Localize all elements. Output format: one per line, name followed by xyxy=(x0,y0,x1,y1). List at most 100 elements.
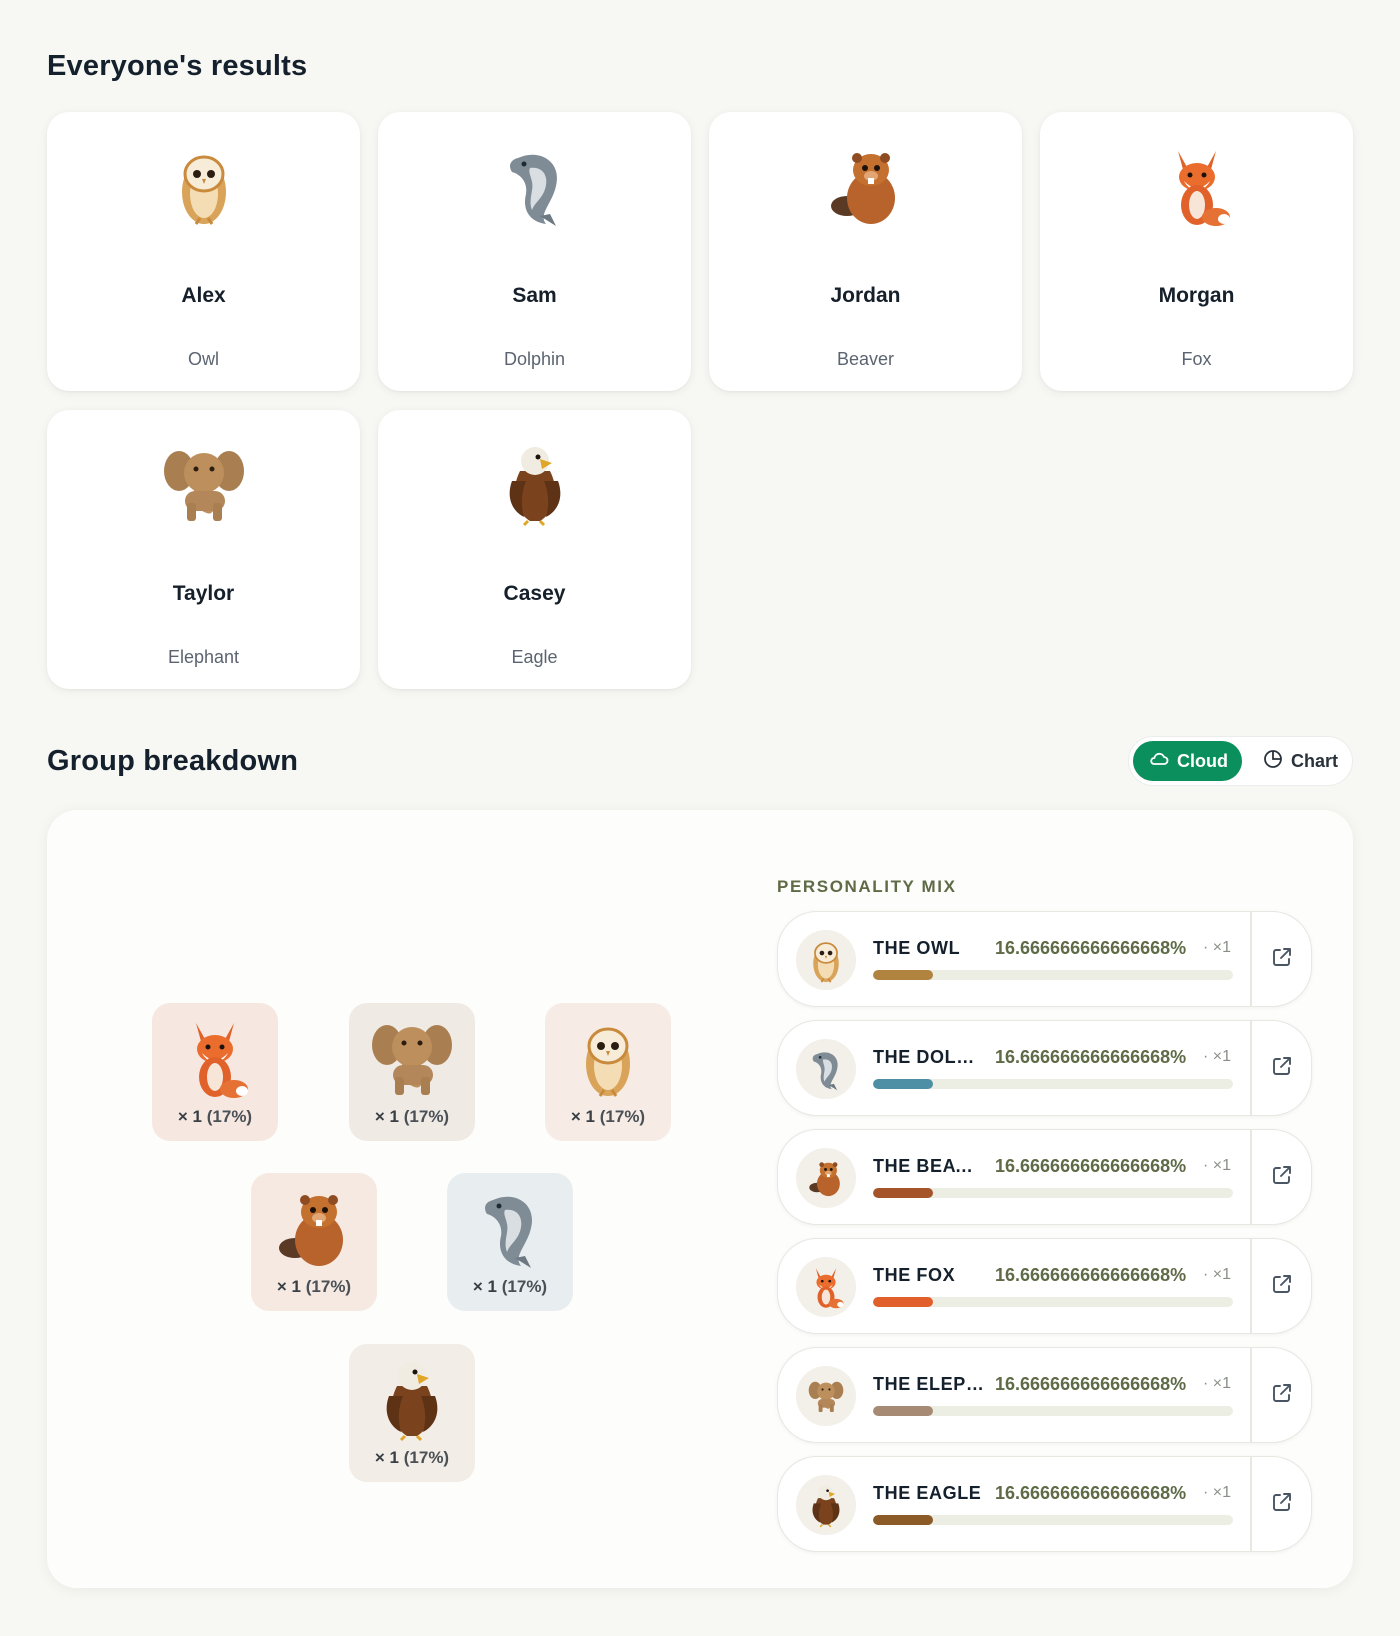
beaver-icon xyxy=(796,1148,856,1208)
tile-count: × 1 (17%) xyxy=(374,1107,450,1126)
person-name: Alex xyxy=(181,284,226,307)
cloud-tile-owl[interactable]: × 1 (17%) xyxy=(545,1003,671,1141)
open-external-button[interactable] xyxy=(1252,1457,1312,1551)
mix-row[interactable]: THE EAGLE 16.666666666666668% · ×1 xyxy=(777,1456,1312,1552)
view-toggle: Cloud Chart xyxy=(1128,736,1353,786)
mix-percent: 16.666666666666668% xyxy=(995,938,1187,958)
person-name: Casey xyxy=(503,582,566,605)
chart-toggle-button[interactable]: Chart xyxy=(1247,741,1354,781)
owl-icon xyxy=(47,140,360,232)
mix-progress-bar xyxy=(873,1406,1233,1416)
mix-percent: 16.666666666666668% xyxy=(995,1156,1187,1176)
results-title: Everyone's results xyxy=(47,50,308,82)
person-card[interactable]: Taylor Elephant xyxy=(47,410,360,689)
cloud-tile-elephant[interactable]: × 1 (17%) xyxy=(349,1003,475,1141)
mix-percent: 16.666666666666668% xyxy=(995,1047,1187,1067)
person-animal: Dolphin xyxy=(503,349,566,369)
mix-count: · ×1 xyxy=(1203,1375,1232,1392)
external-link-icon xyxy=(1271,946,1293,973)
mix-row[interactable]: THE DOLPHIN 16.666666666666668% · ×1 xyxy=(777,1020,1312,1116)
eagle-icon xyxy=(378,438,691,530)
mix-progress-fill xyxy=(873,1406,933,1416)
mix-percent: 16.666666666666668% xyxy=(995,1374,1187,1394)
fox-icon xyxy=(1040,140,1353,232)
mix-name: THE ELEPHANT xyxy=(873,1374,985,1394)
pie-chart-icon xyxy=(1263,749,1283,774)
cloud-icon xyxy=(1149,751,1169,772)
fox-icon xyxy=(152,1013,278,1103)
open-external-button[interactable] xyxy=(1252,1239,1312,1333)
cloud-tile-beaver[interactable]: × 1 (17%) xyxy=(251,1173,377,1311)
elephant-icon xyxy=(47,438,360,530)
mix-percent: 16.666666666666668% xyxy=(995,1483,1187,1503)
mix-name: THE EAGLE xyxy=(873,1483,982,1503)
mix-count: · ×1 xyxy=(1203,1266,1232,1283)
mix-progress-fill xyxy=(873,1297,933,1307)
mix-progress-bar xyxy=(873,1515,1233,1525)
mix-count: · ×1 xyxy=(1203,1048,1232,1065)
person-name: Morgan xyxy=(1158,284,1235,307)
cloud-label: Cloud xyxy=(1177,750,1228,771)
person-name: Jordan xyxy=(830,284,901,307)
person-card[interactable]: Jordan Beaver xyxy=(709,112,1022,391)
tile-count: × 1 (17%) xyxy=(374,1448,450,1467)
person-animal: Eagle xyxy=(511,647,558,667)
beaver-icon xyxy=(251,1183,377,1273)
mix-percent: 16.666666666666668% xyxy=(995,1265,1187,1285)
person-animal: Elephant xyxy=(167,647,240,667)
beaver-icon xyxy=(709,140,1022,232)
person-name: Taylor xyxy=(172,582,235,605)
mix-name: THE BEAVER xyxy=(873,1156,985,1176)
cloud-tile-eagle[interactable]: × 1 (17%) xyxy=(349,1344,475,1482)
mix-row[interactable]: THE FOX 16.666666666666668% · ×1 xyxy=(777,1238,1312,1334)
chart-label: Chart xyxy=(1291,750,1339,771)
breakdown-title: Group breakdown xyxy=(47,745,299,777)
mix-row[interactable]: THE OWL 16.666666666666668% · ×1 xyxy=(777,911,1312,1007)
open-external-button[interactable] xyxy=(1252,912,1312,1006)
mix-progress-bar xyxy=(873,1079,1233,1089)
mix-count: · ×1 xyxy=(1203,939,1232,956)
external-link-icon xyxy=(1271,1055,1293,1082)
eagle-icon xyxy=(796,1475,856,1535)
personality-mix-label: PERSONALITY MIX xyxy=(777,877,957,896)
external-link-icon xyxy=(1271,1491,1293,1518)
mix-progress-bar xyxy=(873,1297,1233,1307)
cloud-tile-dolphin[interactable]: × 1 (17%) xyxy=(447,1173,573,1311)
cloud-tile-fox[interactable]: × 1 (17%) xyxy=(152,1003,278,1141)
mix-name: THE DOLPHIN xyxy=(873,1047,985,1067)
tile-count: × 1 (17%) xyxy=(570,1107,646,1126)
person-animal: Fox xyxy=(1181,349,1212,369)
mix-row[interactable]: THE BEAVER 16.666666666666668% · ×1 xyxy=(777,1129,1312,1225)
mix-progress-fill xyxy=(873,970,933,980)
person-card[interactable]: Sam Dolphin xyxy=(378,112,691,391)
eagle-icon xyxy=(349,1354,475,1444)
mix-row[interactable]: THE ELEPHANT 16.666666666666668% · ×1 xyxy=(777,1347,1312,1443)
dolphin-icon xyxy=(378,140,691,232)
mix-count: · ×1 xyxy=(1203,1157,1232,1174)
external-link-icon xyxy=(1271,1273,1293,1300)
open-external-button[interactable] xyxy=(1252,1021,1312,1115)
person-card[interactable]: Casey Eagle xyxy=(378,410,691,689)
external-link-icon xyxy=(1271,1382,1293,1409)
open-external-button[interactable] xyxy=(1252,1348,1312,1442)
owl-icon xyxy=(545,1013,671,1103)
elephant-icon xyxy=(796,1366,856,1426)
elephant-icon xyxy=(349,1013,475,1103)
mix-progress-bar xyxy=(873,1188,1233,1198)
open-external-button[interactable] xyxy=(1252,1130,1312,1224)
dolphin-icon xyxy=(447,1183,573,1273)
mix-name: THE OWL xyxy=(873,938,961,958)
person-card[interactable]: Alex Owl xyxy=(47,112,360,391)
owl-icon xyxy=(796,930,856,990)
mix-progress-fill xyxy=(873,1079,933,1089)
person-card[interactable]: Morgan Fox xyxy=(1040,112,1353,391)
cloud-toggle-button[interactable]: Cloud xyxy=(1133,741,1242,781)
dolphin-icon xyxy=(796,1039,856,1099)
mix-progress-bar xyxy=(873,970,1233,980)
fox-icon xyxy=(796,1257,856,1317)
tile-count: × 1 (17%) xyxy=(177,1107,253,1126)
person-animal: Owl xyxy=(188,349,219,369)
person-name: Sam xyxy=(512,284,557,307)
person-animal: Beaver xyxy=(836,349,895,369)
mix-progress-fill xyxy=(873,1515,933,1525)
